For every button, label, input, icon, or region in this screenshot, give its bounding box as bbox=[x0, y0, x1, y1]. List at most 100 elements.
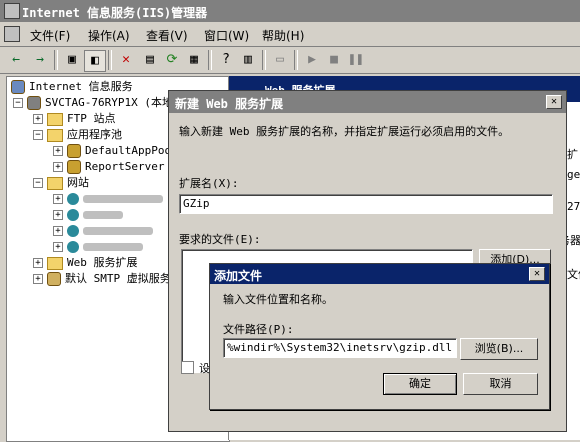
add-file-instruction: 输入文件位置和名称。 bbox=[223, 293, 333, 306]
menu-view[interactable]: 查看(V) bbox=[146, 27, 188, 44]
dialog-title: 新建 Web 服务扩展 bbox=[175, 97, 284, 111]
dialog-instruction: 输入新建 Web 服务扩展的名称，并指定扩展运行必须启用的文件。 bbox=[179, 125, 510, 138]
stop-icon[interactable]: ■ bbox=[324, 50, 344, 70]
redacted-site-name bbox=[83, 195, 163, 203]
console-icon[interactable]: ▥ bbox=[238, 50, 258, 70]
globe-icon bbox=[67, 241, 79, 253]
tree-web-service-extensions[interactable]: Web 服务扩展 bbox=[47, 255, 138, 271]
tree-pool-default[interactable]: DefaultAppPool bbox=[67, 143, 178, 159]
expand-icon[interactable]: + bbox=[33, 274, 43, 284]
folder-icon bbox=[47, 256, 63, 270]
iis-app-icon bbox=[4, 3, 20, 19]
cancel-button[interactable]: 取消 bbox=[463, 373, 538, 395]
redacted-site-name bbox=[83, 211, 123, 219]
tree-site[interactable] bbox=[67, 223, 153, 239]
file-path-label: 文件路径(P): bbox=[223, 323, 294, 336]
globe-icon bbox=[67, 209, 79, 221]
browse-button[interactable]: 浏览(B)... bbox=[460, 338, 538, 360]
add-file-title: 添加文件 bbox=[214, 269, 263, 283]
file-path-input[interactable]: %windir%\System32\inetsrv\gzip.dll bbox=[223, 338, 457, 358]
pause-icon[interactable]: ❚❚ bbox=[346, 50, 366, 70]
ok-button[interactable]: 确定 bbox=[383, 373, 457, 395]
menu-file[interactable]: 文件(F) bbox=[30, 27, 70, 44]
expand-icon[interactable]: + bbox=[53, 162, 63, 172]
toolbar-separator bbox=[294, 50, 298, 70]
expand-icon[interactable]: + bbox=[33, 258, 43, 268]
globe-icon bbox=[67, 193, 79, 205]
show-tree-icon[interactable]: ◧ bbox=[84, 50, 106, 72]
system-menu-icon[interactable] bbox=[4, 26, 20, 42]
tree-app-pools-label: 应用程序池 bbox=[67, 128, 122, 141]
collapse-icon[interactable]: − bbox=[33, 130, 43, 140]
tree-pool-default-label: DefaultAppPool bbox=[85, 144, 178, 157]
close-icon[interactable]: ✕ bbox=[529, 267, 545, 281]
expand-icon[interactable]: + bbox=[53, 210, 63, 220]
tree-root-label: Internet 信息服务 bbox=[29, 80, 133, 93]
help-icon[interactable]: ? bbox=[216, 50, 236, 70]
tree-root[interactable]: Internet 信息服务 bbox=[11, 79, 133, 95]
details-fragment: 扩 bbox=[567, 148, 578, 161]
tree-web-ext-label: Web 服务扩展 bbox=[67, 256, 138, 269]
allow-extension-checkbox[interactable] bbox=[181, 361, 194, 374]
expand-icon[interactable]: + bbox=[53, 194, 63, 204]
tree-app-pools[interactable]: 应用程序池 bbox=[47, 127, 122, 143]
toolbar-separator bbox=[262, 50, 266, 70]
iis-icon bbox=[11, 80, 25, 94]
tree-server[interactable]: SVCTAG-76RYP1X (本地计 bbox=[27, 95, 184, 111]
expand-icon[interactable]: + bbox=[53, 146, 63, 156]
required-files-label: 要求的文件(E): bbox=[179, 233, 261, 246]
properties-icon[interactable]: ▤ bbox=[140, 50, 160, 70]
up-folder-icon[interactable]: ▣ bbox=[62, 50, 82, 70]
add-file-dialog: 添加文件 ✕ 输入文件位置和名称。 文件路径(P): %windir%\Syst… bbox=[209, 263, 550, 410]
expand-icon[interactable]: + bbox=[53, 226, 63, 236]
play-icon[interactable]: ▶ bbox=[302, 50, 322, 70]
folder-icon bbox=[47, 176, 63, 190]
collapse-icon[interactable]: − bbox=[33, 178, 43, 188]
menu-action[interactable]: 操作(A) bbox=[88, 27, 130, 44]
delete-icon[interactable]: ✕ bbox=[116, 50, 136, 70]
extension-name-input[interactable]: GZip bbox=[179, 194, 553, 214]
collapse-icon[interactable]: − bbox=[13, 98, 23, 108]
expand-icon[interactable]: + bbox=[53, 242, 63, 252]
server-icon bbox=[27, 96, 41, 110]
tree-server-label: SVCTAG-76RYP1X (本地计 bbox=[45, 96, 184, 109]
folder-icon bbox=[47, 128, 63, 142]
tree-smtp-label: 默认 SMTP 虚拟服务 bbox=[65, 272, 171, 285]
toolbar-separator bbox=[108, 50, 112, 70]
computer-icon[interactable]: ▭ bbox=[270, 50, 290, 70]
close-icon[interactable]: ✕ bbox=[546, 95, 562, 109]
add-file-titlebar: 添加文件 ✕ bbox=[210, 264, 549, 284]
menu-help[interactable]: 帮助(H) bbox=[262, 27, 304, 44]
main-window-title: Internet 信息服务(IIS)管理器 bbox=[22, 6, 208, 20]
dialog-titlebar: 新建 Web 服务扩展 ✕ bbox=[169, 91, 566, 113]
app-pool-icon bbox=[67, 160, 81, 174]
tree-websites[interactable]: 网站 bbox=[47, 175, 89, 191]
tree-pool-reportserver-label: ReportServer bbox=[85, 160, 165, 173]
back-arrow-icon[interactable]: ← bbox=[6, 50, 26, 70]
menu-bar: 文件(F) 操作(A) 查看(V) 窗口(W) 帮助(H) bbox=[0, 22, 580, 47]
forward-arrow-icon[interactable]: → bbox=[30, 50, 50, 70]
main-titlebar: Internet 信息服务(IIS)管理器 bbox=[0, 0, 580, 22]
toolbar-separator bbox=[54, 50, 58, 70]
details-fragment: 27 bbox=[567, 200, 580, 213]
refresh-icon[interactable]: ⟳ bbox=[162, 50, 182, 70]
menu-window[interactable]: 窗口(W) bbox=[204, 27, 249, 44]
tree-pool-reportserver[interactable]: ReportServer bbox=[67, 159, 164, 175]
tree-smtp[interactable]: 默认 SMTP 虚拟服务 bbox=[47, 271, 171, 287]
expand-icon[interactable]: + bbox=[33, 114, 43, 124]
details-fragment: ges bbox=[567, 168, 580, 181]
globe-icon bbox=[67, 225, 79, 237]
redacted-site-name bbox=[83, 243, 143, 251]
tree-websites-label: 网站 bbox=[67, 176, 89, 189]
toolbar: ← → ▣ ◧ ✕ ▤ ⟳ ▦ ? ▥ ▭ ▶ ■ ❚❚ bbox=[0, 47, 580, 74]
tree-ftp-label: FTP 站点 bbox=[67, 112, 116, 125]
tree-ftp-sites[interactable]: FTP 站点 bbox=[47, 111, 116, 127]
export-list-icon[interactable]: ▦ bbox=[184, 50, 204, 70]
tree-site[interactable] bbox=[67, 191, 163, 207]
extension-name-label: 扩展名(X): bbox=[179, 177, 239, 190]
details-fragment: 文件 bbox=[567, 268, 580, 281]
app-pool-icon bbox=[67, 144, 81, 158]
tree-site[interactable] bbox=[67, 239, 143, 255]
tree-site[interactable] bbox=[67, 207, 123, 223]
smtp-icon bbox=[47, 272, 61, 286]
